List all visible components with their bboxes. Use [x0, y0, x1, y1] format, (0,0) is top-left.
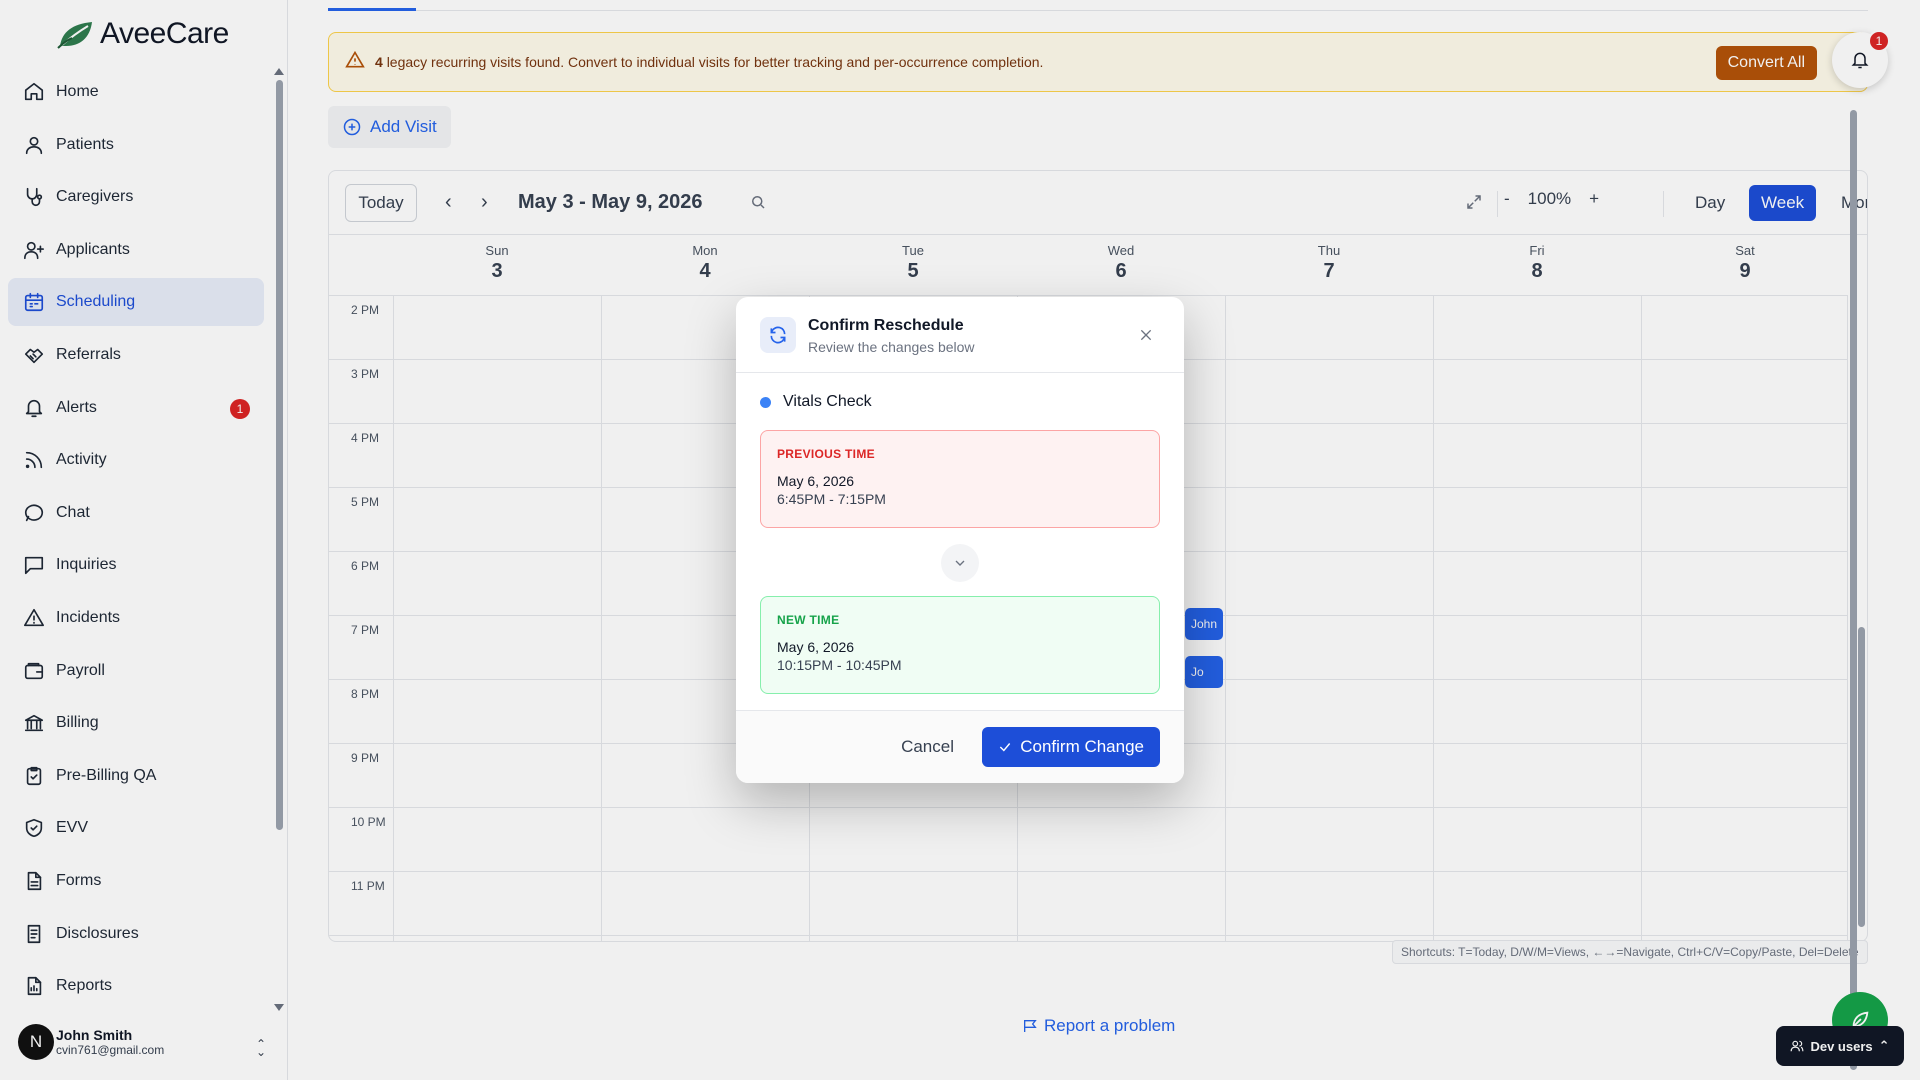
visit-name-row: Vitals Check [760, 393, 872, 411]
dialog-footer: Cancel Confirm Change [736, 710, 1184, 783]
new-time-range: 10:15PM - 10:45PM [777, 657, 902, 673]
visit-name: Vitals Check [783, 393, 872, 410]
cancel-button[interactable]: Cancel [901, 727, 954, 767]
previous-time-range: 6:45PM - 7:15PM [777, 491, 886, 507]
close-icon[interactable] [1138, 327, 1154, 348]
dialog-header: Confirm Reschedule Review the changes be… [736, 297, 1184, 373]
new-time-caption: NEW TIME [777, 613, 840, 627]
new-date: May 6, 2026 [777, 639, 855, 655]
previous-date: May 6, 2026 [777, 473, 855, 489]
dialog-subtitle: Review the changes below [808, 339, 975, 355]
confirm-change-label: Confirm Change [1020, 737, 1144, 756]
dialog-title: Confirm Reschedule [808, 317, 964, 334]
confirm-change-button[interactable]: Confirm Change [982, 727, 1160, 767]
previous-time-caption: PREVIOUS TIME [777, 447, 875, 461]
confirm-reschedule-dialog: Confirm Reschedule Review the changes be… [736, 297, 1184, 783]
previous-time-box: PREVIOUS TIME May 6, 2026 6:45PM - 7:15P… [760, 430, 1160, 528]
chevron-down-icon [941, 544, 979, 582]
new-time-box: NEW TIME May 6, 2026 10:15PM - 10:45PM [760, 596, 1160, 694]
refresh-icon [760, 317, 796, 353]
visit-color-dot [760, 396, 771, 408]
check-icon [1000, 743, 1011, 752]
